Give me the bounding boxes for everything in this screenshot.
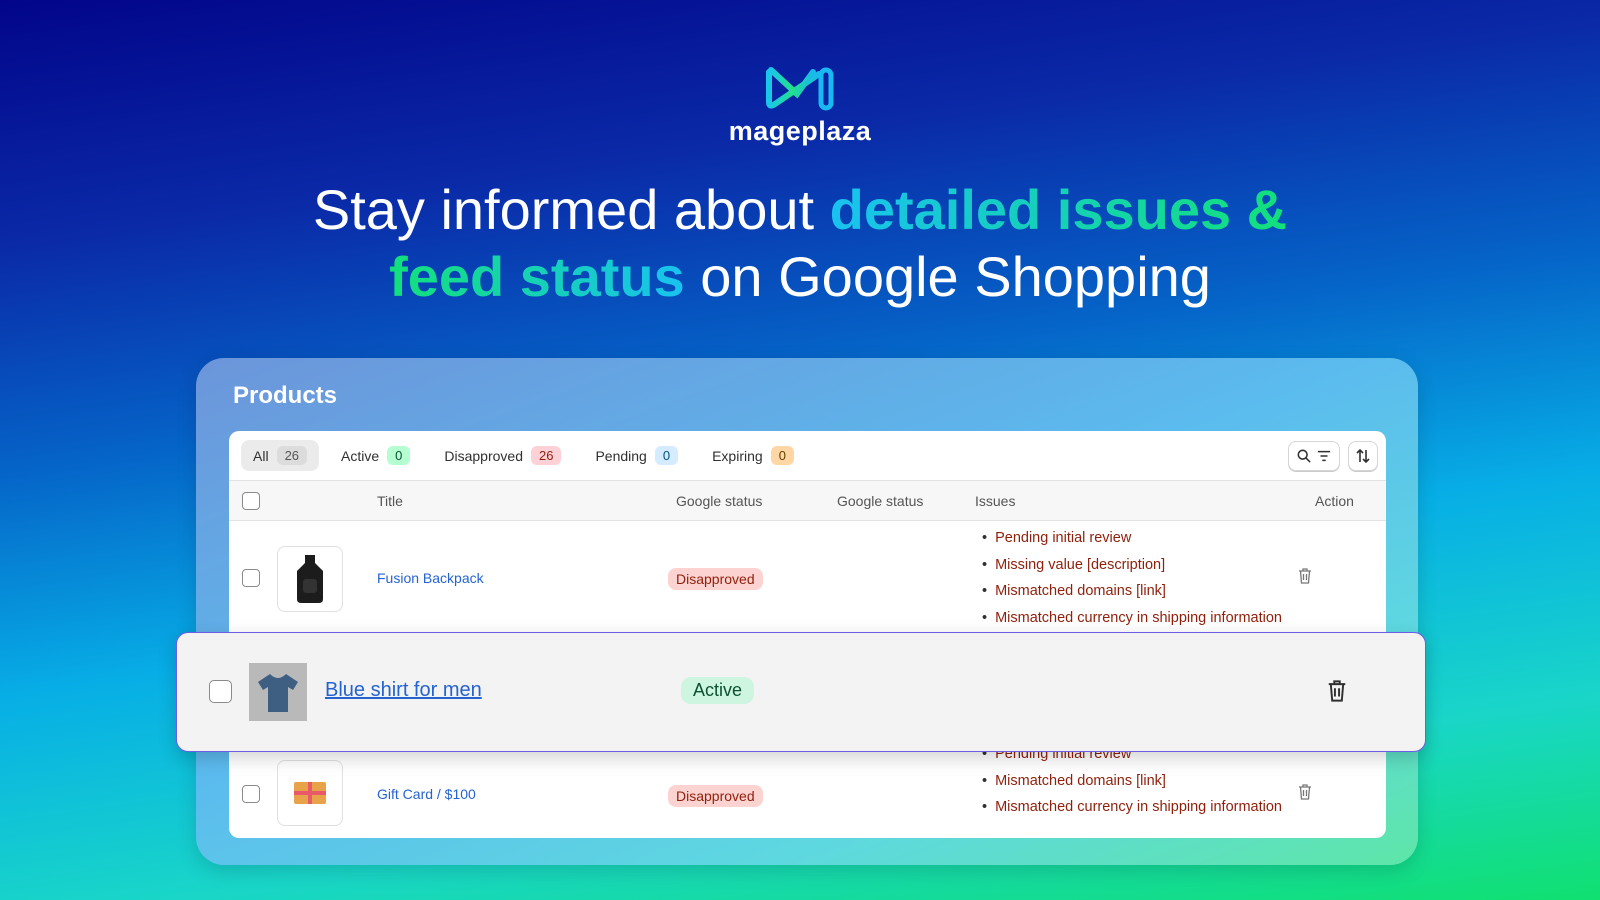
select-all-checkbox[interactable]: [242, 492, 260, 510]
status-badge: Active: [681, 677, 755, 704]
search-filter-button[interactable]: [1288, 441, 1340, 471]
tab-pending[interactable]: Pending 0: [583, 440, 690, 471]
trash-icon[interactable]: [1327, 680, 1347, 702]
tab-label: Disapproved: [444, 447, 523, 464]
products-card: Products All 26 Active 0 Disapproved 26 Pen…: [196, 358, 1418, 865]
tab-all[interactable]: All 26: [241, 440, 320, 471]
product-title-link[interactable]: Gift Card / $100: [377, 786, 476, 802]
product-title-link[interactable]: Fusion Backpack: [377, 570, 484, 586]
headline-highlight: detailed issues &: [829, 178, 1288, 241]
backpack-image: [297, 555, 323, 603]
shirt-image: [258, 674, 298, 712]
tab-count: 0: [654, 446, 679, 465]
issues-list: Pending initial review Mismatched domain…: [982, 746, 1282, 826]
sort-icon: [1356, 448, 1370, 464]
brand-name: mageplaza: [728, 116, 872, 146]
headline-text: Stay informed about: [312, 178, 830, 241]
headline: Stay informed about detailed issues & fe…: [0, 176, 1600, 310]
product-thumbnail: [249, 663, 307, 721]
table-row[interactable]: Fusion Backpack Disapproved Pending init…: [229, 522, 1386, 633]
status-badge: Disapproved: [668, 568, 763, 590]
column-title: Title: [377, 493, 403, 509]
column-google-status: Google status: [837, 493, 924, 509]
product-title-link[interactable]: Blue shirt for men: [325, 679, 482, 702]
issue-item: Mismatched domains [link]: [982, 583, 1282, 610]
column-action: Action: [1315, 493, 1354, 509]
table-row[interactable]: Gift Card / $100 Disapproved Pending ini…: [229, 746, 1386, 838]
column-issues: Issues: [975, 493, 1016, 509]
tab-label: Expiring: [712, 447, 763, 464]
row-checkbox[interactable]: [242, 569, 260, 587]
tab-count: 0: [770, 446, 794, 465]
mageplaza-logo-icon: [766, 67, 834, 111]
search-icon: [1297, 449, 1311, 463]
tab-label: All: [253, 447, 269, 464]
tab-count: 26: [531, 446, 562, 465]
tab-active[interactable]: Active 0: [329, 440, 422, 471]
tab-count: 0: [387, 446, 411, 465]
issues-list: Pending initial review Missing value [de…: [982, 530, 1282, 636]
issue-item: Mismatched currency in shipping informat…: [982, 799, 1282, 826]
filter-tabs: All 26 Active 0 Disapproved 26 Pending 0 Exp…: [229, 431, 1386, 481]
tab-expiring[interactable]: Expiring 0: [700, 440, 806, 471]
product-thumbnail: [277, 546, 343, 612]
filter-icon: [1317, 450, 1331, 462]
tab-label: Pending: [595, 447, 647, 464]
issue-item: Mismatched domains [link]: [982, 773, 1282, 800]
row-checkbox[interactable]: [242, 785, 260, 803]
tab-count: 26: [276, 446, 308, 465]
sort-button[interactable]: [1348, 441, 1378, 471]
mageplaza-logo: mageplaza: [0, 64, 1600, 147]
trash-icon[interactable]: [1298, 784, 1312, 800]
trash-icon[interactable]: [1298, 568, 1312, 584]
column-google-status: Google status: [676, 493, 763, 509]
table-row-highlighted[interactable]: Blue shirt for men Active: [176, 632, 1426, 752]
tab-label: Active: [341, 447, 380, 464]
row-checkbox[interactable]: [209, 680, 232, 703]
headline-highlight: feed status: [389, 245, 685, 308]
tab-disapproved[interactable]: Disapproved 26: [432, 440, 573, 471]
product-thumbnail: [277, 760, 343, 826]
issue-item: Pending initial review: [982, 530, 1282, 557]
page-title: Products: [233, 382, 338, 409]
issue-item: Missing value [description]: [982, 557, 1282, 584]
status-badge: Disapproved: [668, 785, 763, 807]
table-header: Title Google status Google status Issues…: [229, 481, 1386, 521]
gift-card-image: [294, 782, 326, 804]
headline-text: on Google Shopping: [684, 245, 1211, 308]
